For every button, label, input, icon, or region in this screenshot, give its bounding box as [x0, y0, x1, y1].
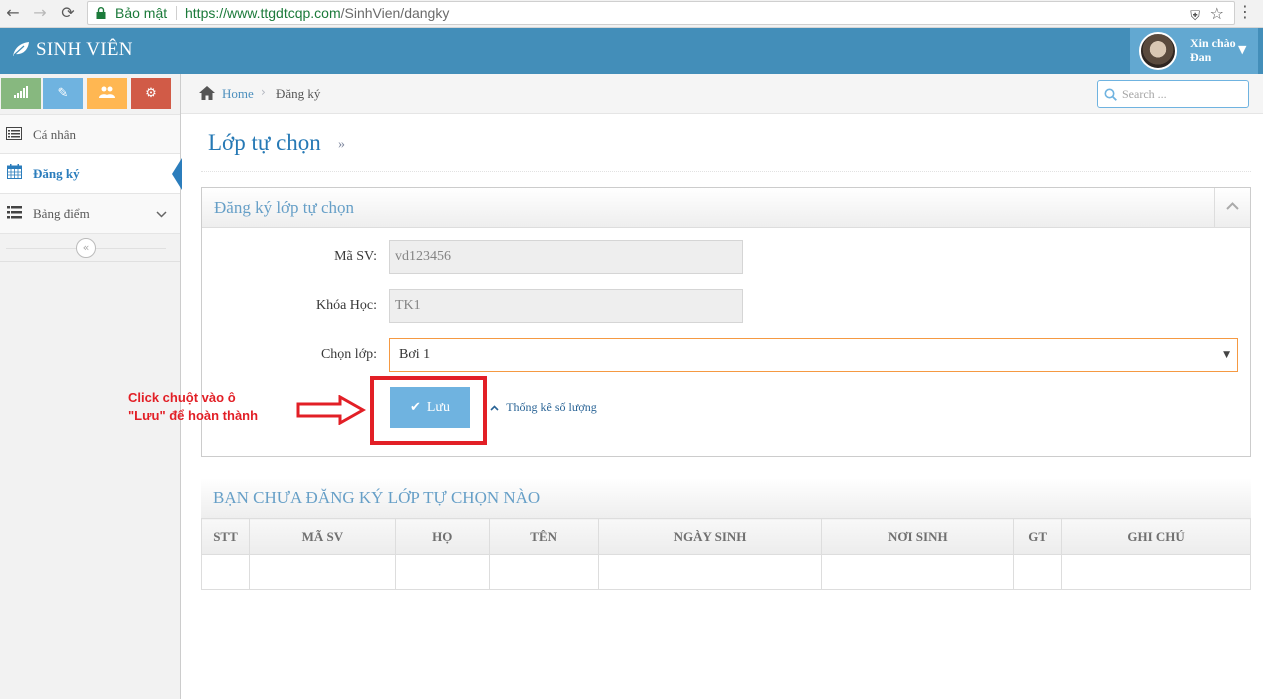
search-box[interactable]: [1097, 80, 1249, 108]
column-header: TÊN: [488, 518, 599, 555]
leaf-icon: [13, 42, 29, 56]
annotation-note: Click chuột vào ô "Lưu" để hoàn thành: [128, 389, 258, 425]
collapse-sidebar-icon[interactable]: «: [76, 238, 96, 258]
chevron-down-icon: [156, 194, 167, 234]
user-name: Đan: [1190, 50, 1212, 64]
annotation-line: "Lưu" để hoàn thành: [128, 408, 259, 423]
sidebar-collapse-row: «: [0, 234, 180, 262]
address-bar[interactable]: Bảo mật https://www.ttgdtcqp.com/SinhVie…: [87, 1, 1235, 25]
course-label: Khóa Học:: [315, 298, 377, 313]
table-cell: [394, 554, 490, 590]
signal-icon[interactable]: [1, 78, 41, 109]
chevron-right-icon: ›: [261, 85, 266, 99]
sidebar-shortcuts: ✎ ⚙: [0, 74, 180, 114]
table-row: [201, 554, 1251, 590]
annotation-arrow-icon: [296, 395, 366, 425]
column-header: GT: [1013, 518, 1063, 555]
breadcrumb-current: Đăng ký: [276, 86, 321, 101]
table-cell: [488, 554, 599, 590]
breadcrumb: Home › Đăng ký: [181, 74, 1263, 114]
brand[interactable]: SINH VIÊN: [12, 39, 133, 61]
list-icon: [5, 194, 23, 234]
lock-icon: [96, 7, 106, 19]
user-greeting: Xin chào Đan: [1190, 36, 1236, 64]
course-field: TK1: [389, 289, 743, 323]
caret-down-icon: ▼: [1238, 43, 1247, 56]
pencil-icon[interactable]: ✎: [43, 78, 83, 109]
student-id-label: Mã SV:: [334, 249, 377, 264]
column-header: NƠI SINH: [821, 518, 1015, 555]
class-select[interactable]: Bơi 1 ▼: [389, 338, 1238, 372]
column-header: HỌ: [394, 518, 490, 555]
breadcrumb-home-link[interactable]: Home: [222, 86, 254, 102]
app-header: SINH VIÊN Xin chào Đan ▼: [0, 28, 1263, 74]
table-cell: [248, 554, 396, 590]
table-cell: [1061, 554, 1251, 590]
student-id-field: vd123456: [389, 240, 743, 274]
list-alt-icon: [5, 115, 23, 155]
reload-icon[interactable]: ⟳: [57, 2, 79, 24]
annotation-line: Click chuột vào ô: [128, 390, 236, 405]
url-path: /SinhVien/dangky: [340, 5, 450, 21]
table-caption: BẠN CHƯA ĐĂNG KÝ LỚP TỰ CHỌN NÀO: [213, 488, 541, 507]
table-cell: [201, 554, 250, 590]
page-title: Lớp tự chọn: [208, 130, 321, 155]
sidebar-item-label: Cá nhân: [33, 127, 76, 142]
url-text: https://www.ttgdtcqp.com/SinhVien/dangky: [185, 2, 449, 24]
registration-table: STT MÃ SV HỌ TÊN NGÀY SINH NƠI SINH GT G…: [201, 518, 1251, 590]
shield-icon[interactable]: ⛨: [1190, 6, 1200, 28]
sidebar-item-ca-nhan[interactable]: Cá nhân: [0, 114, 180, 154]
column-header: STT: [201, 518, 250, 555]
search-icon: [1104, 88, 1117, 101]
stats-link-label: Thống kê số lượng: [506, 400, 597, 414]
bookmark-star-icon[interactable]: ☆: [1210, 3, 1224, 25]
divider: [201, 171, 1251, 172]
sidebar: ✎ ⚙ Cá nhân Đăng ký Bảng điểm «: [0, 74, 182, 699]
stats-link[interactable]: Thống kê số lượng: [490, 400, 597, 415]
secure-label: Bảo mật: [115, 5, 168, 21]
table-cell: [597, 554, 823, 590]
table-cell: [821, 554, 1015, 590]
url-host: https://www.ttgdtcqp.com: [185, 5, 341, 21]
table-header-row: STT MÃ SV HỌ TÊN NGÀY SINH NƠI SINH GT G…: [201, 518, 1251, 555]
back-arrow-icon[interactable]: ←: [2, 2, 24, 24]
column-header: GHI CHÚ: [1061, 518, 1251, 555]
sidebar-item-dang-ky[interactable]: Đăng ký: [0, 154, 182, 194]
browser-menu-icon[interactable]: ⋮: [1237, 2, 1253, 21]
caret-down-icon: ▼: [1223, 350, 1230, 360]
title-double-chevron: »: [338, 137, 345, 152]
panel-header: Đăng ký lớp tự chọn: [202, 188, 1250, 228]
panel-title: Đăng ký lớp tự chọn: [214, 198, 355, 217]
column-header: MÃ SV: [248, 518, 396, 555]
brand-label: SINH VIÊN: [36, 39, 133, 60]
annotation-highlight-box: [370, 376, 487, 445]
sidebar-item-label: Bảng điểm: [33, 206, 90, 221]
users-icon[interactable]: [87, 78, 127, 109]
table-cell: [1013, 554, 1063, 590]
calendar-icon: [5, 154, 23, 194]
class-label: Chọn lớp:: [320, 347, 377, 362]
forward-arrow-icon[interactable]: →: [29, 2, 51, 24]
user-menu[interactable]: Xin chào Đan ▼: [1130, 28, 1258, 74]
browser-toolbar: ← → ⟳ Bảo mật https://www.ttgdtcqp.com/S…: [0, 0, 1263, 28]
cogs-icon[interactable]: ⚙: [131, 78, 171, 109]
avatar: [1139, 32, 1177, 70]
sidebar-item-bang-diem[interactable]: Bảng điểm: [0, 194, 180, 234]
greeting-text: Xin chào: [1190, 36, 1236, 50]
column-header: NGÀY SINH: [597, 518, 823, 555]
search-input[interactable]: [1122, 85, 1242, 103]
collapse-panel-icon[interactable]: [1214, 188, 1250, 228]
home-icon: [199, 86, 215, 100]
table-header-bar: BẠN CHƯA ĐĂNG KÝ LỚP TỰ CHỌN NÀO: [201, 478, 1251, 518]
class-select-value: Bơi 1: [399, 347, 431, 362]
sidebar-item-label: Đăng ký: [33, 166, 80, 181]
chevron-up-icon: [490, 403, 502, 414]
url-divider: [176, 6, 177, 20]
